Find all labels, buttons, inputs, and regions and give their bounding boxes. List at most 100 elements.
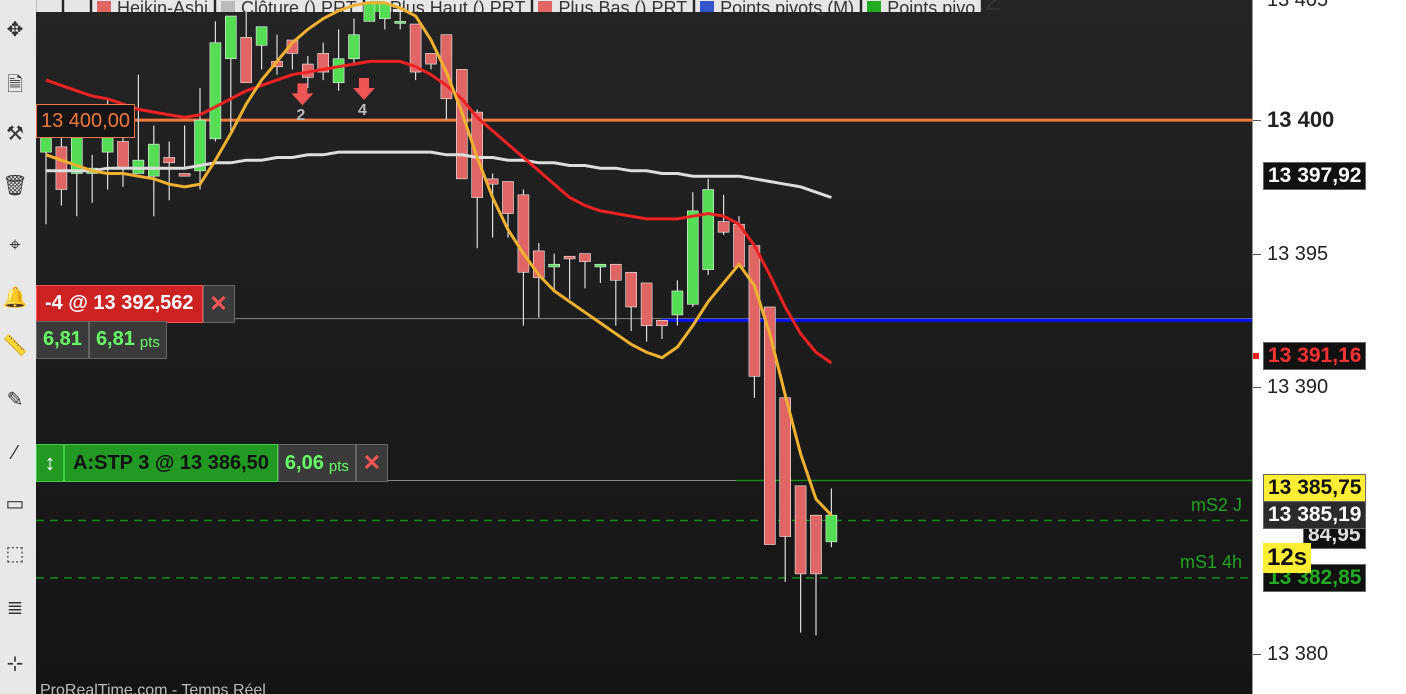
pen-icon[interactable]: ✎: [0, 384, 30, 414]
scale-top-label: 13 405: [1267, 0, 1329, 11]
price-badge-level-red[interactable]: 13 391,16: [1263, 342, 1367, 371]
candle[interactable]: [240, 8, 252, 84]
stop-order-label[interactable]: A:STP 3 @ 13 386,50: [64, 444, 278, 483]
stop-unit: pts: [328, 457, 349, 475]
pivot-label: mS2 J: [1190, 494, 1242, 515]
candle-body: [240, 37, 252, 84]
candle[interactable]: [194, 88, 206, 190]
candle[interactable]: [625, 271, 638, 331]
arrow-count-label: 2: [296, 107, 306, 125]
scale-tick-label: 13 395: [1267, 242, 1329, 265]
candle-body: [332, 58, 345, 84]
scale-tick: [1253, 120, 1261, 122]
candle[interactable]: [702, 178, 715, 275]
stop-order-panel[interactable]: ↕ A:STP 3 @ 13 386,50 6,06 pts ✕: [36, 444, 388, 483]
candle-body: [563, 255, 576, 260]
candle[interactable]: [640, 282, 653, 342]
price-badge-level-white[interactable]: 13 397,92: [1263, 161, 1367, 190]
position-panel[interactable]: -4 @ 13 392,562 ✕: [36, 284, 235, 323]
price-badge-last-price[interactable]: 13 385,19: [1263, 501, 1367, 530]
candle[interactable]: [471, 109, 484, 249]
alert-price-label[interactable]: 13 400,00: [36, 104, 135, 139]
hammer-icon[interactable]: ⚒: [0, 118, 30, 148]
candle[interactable]: [225, 15, 237, 131]
scale-tick: [1253, 387, 1261, 389]
close-position-button[interactable]: ✕: [202, 284, 235, 323]
footer-text: ProRealTime.com - Temps Réel: [40, 682, 266, 694]
candle[interactable]: [825, 488, 838, 548]
ruler-icon[interactable]: 📏: [0, 330, 30, 360]
chart-area[interactable]: Micro E-mini NASDAQ100 Full0922 Heikin-A…: [36, 0, 1252, 694]
candle-body: [255, 26, 268, 46]
candle-body: [348, 34, 360, 60]
text-icon[interactable]: ≣: [0, 592, 30, 622]
candle[interactable]: [425, 53, 437, 70]
candle[interactable]: [163, 141, 175, 201]
candle[interactable]: [594, 263, 607, 283]
candle[interactable]: [656, 320, 668, 339]
sell-arrow-icon[interactable]: [353, 78, 375, 101]
candle-body: [748, 245, 761, 377]
candle[interactable]: [609, 263, 622, 326]
candle-body: [394, 21, 407, 24]
candle[interactable]: [378, 2, 391, 30]
move-icon[interactable]: ✥: [0, 14, 30, 44]
document-icon[interactable]: 🗎: [0, 72, 30, 102]
candle[interactable]: [779, 397, 792, 582]
drag-handle-icon[interactable]: ↕: [36, 444, 64, 483]
candle[interactable]: [748, 245, 761, 398]
trash-icon[interactable]: 🗑: [0, 170, 30, 200]
candle[interactable]: [794, 485, 807, 633]
price-chart[interactable]: [36, 0, 1252, 694]
candle[interactable]: [348, 18, 360, 65]
candle-body: [117, 141, 129, 169]
stop-order-points: 6,06 pts: [277, 444, 356, 483]
candle-body: [717, 221, 730, 233]
selection-icon[interactable]: ⬚: [0, 538, 30, 568]
candle[interactable]: [86, 154, 99, 203]
candle[interactable]: [440, 34, 453, 121]
price-badge-stop-level[interactable]: 13 385,75: [1263, 474, 1367, 503]
candle[interactable]: [409, 23, 422, 81]
rectangle-icon[interactable]: ▭: [0, 488, 30, 518]
cancel-stop-button[interactable]: ✕: [355, 444, 388, 483]
candle[interactable]: [317, 42, 330, 81]
candle[interactable]: [70, 135, 83, 217]
position-order-label[interactable]: -4 @ 13 392,562: [36, 284, 203, 323]
line-icon[interactable]: ⁄: [0, 438, 30, 468]
candle-body: [363, 2, 376, 22]
candle-body: [594, 263, 607, 268]
candle[interactable]: [763, 306, 776, 545]
scale-tick: [1253, 253, 1261, 255]
cursor-icon[interactable]: ⌖: [0, 230, 30, 260]
candle-body: [194, 119, 206, 172]
candle[interactable]: [810, 514, 822, 636]
candle[interactable]: [209, 21, 222, 142]
candle[interactable]: [579, 253, 591, 289]
candle[interactable]: [332, 29, 345, 91]
pnl-points-value: 6,81: [95, 328, 135, 351]
candle-body: [794, 485, 807, 575]
sell-arrow-icon[interactable]: [291, 83, 314, 106]
level-icon[interactable]: ⊹: [0, 648, 30, 678]
candle[interactable]: [686, 192, 699, 307]
candle-body: [209, 42, 222, 140]
candle[interactable]: [563, 255, 576, 299]
position-pnl: 6,81: [36, 320, 89, 359]
candle[interactable]: [363, 2, 376, 22]
candle-body: [548, 263, 561, 268]
bell-icon[interactable]: 🔔: [0, 282, 30, 312]
candle-body: [178, 173, 191, 177]
drawing-toolbar: ✥ 🗎 ⚒ 🗑 ⌖ 🔔 📏 ✎ ⁄ ▭ ⬚ ≣ ⊹: [0, 0, 37, 694]
scale-tick-label: 13 390: [1267, 376, 1329, 399]
candle-body: [702, 189, 715, 270]
candle[interactable]: [148, 125, 160, 217]
price-scale[interactable]: 13 405 13 400 13 395 13 390 13 380 84,95 13 38…: [1252, 0, 1406, 694]
candle[interactable]: [40, 127, 52, 225]
arrow-count-label: 4: [358, 102, 367, 120]
candle[interactable]: [55, 128, 68, 206]
pivot-label: mS1 4h: [1179, 551, 1242, 572]
candle-body: [625, 271, 638, 308]
candle[interactable]: [255, 26, 268, 70]
candle-body: [502, 181, 514, 214]
